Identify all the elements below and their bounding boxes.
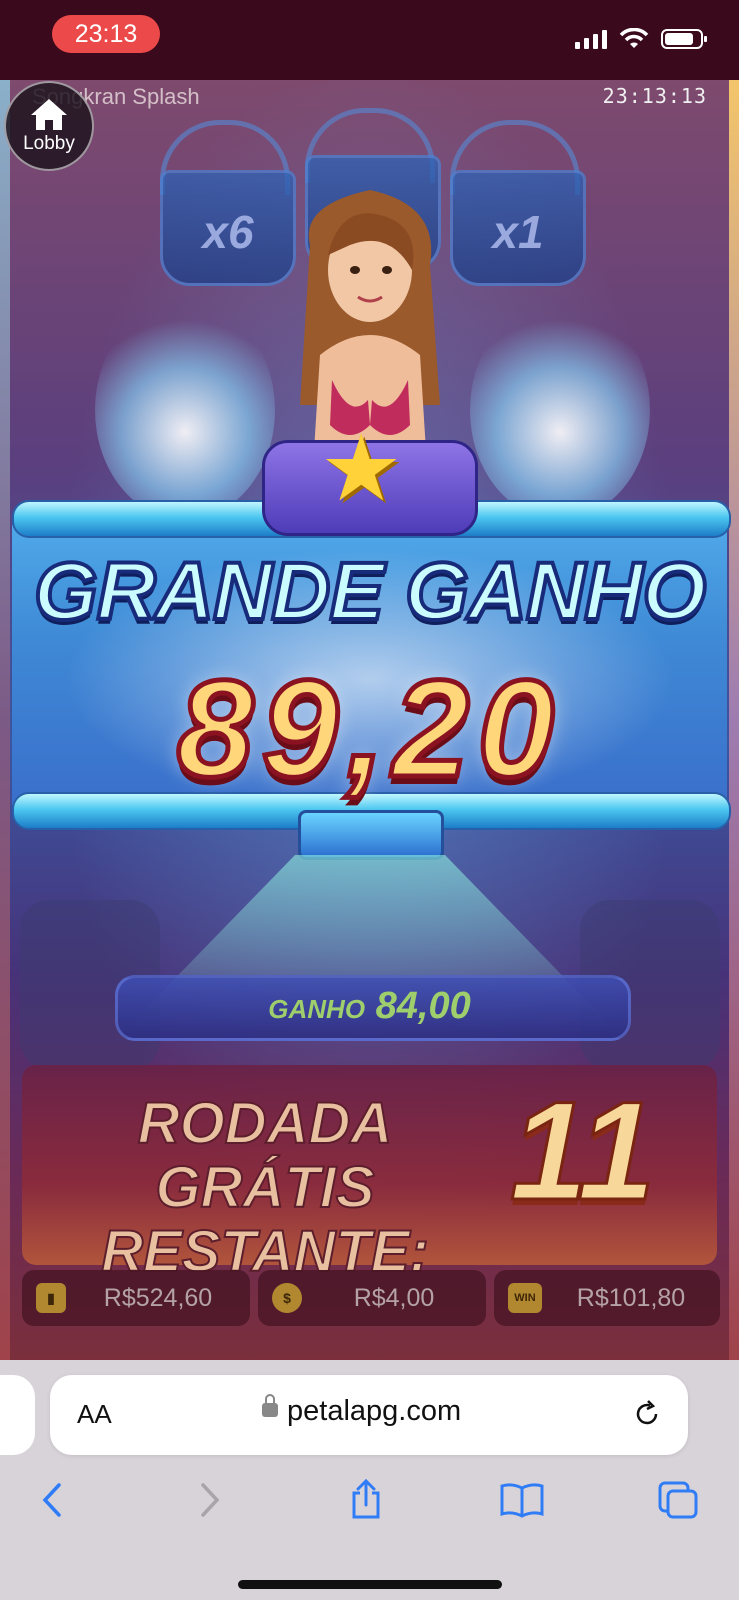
banner-bottom-clip bbox=[298, 810, 444, 860]
previous-tab-preview[interactable] bbox=[0, 1375, 35, 1455]
wallet-icon: ▮ bbox=[36, 1283, 66, 1313]
multiplier-label: x1 bbox=[492, 206, 544, 258]
url-domain[interactable]: petalapg.com bbox=[287, 1395, 461, 1428]
water-splash bbox=[95, 300, 275, 520]
share-icon bbox=[352, 1479, 380, 1519]
tabs-icon bbox=[658, 1481, 698, 1519]
star-icon: ★ bbox=[320, 418, 403, 520]
chevron-left-icon bbox=[42, 1483, 61, 1517]
forward-button[interactable] bbox=[180, 1460, 240, 1540]
bookmarks-button[interactable] bbox=[492, 1460, 552, 1540]
address-bar[interactable]: AA petalapg.com bbox=[50, 1375, 688, 1455]
chevron-right-icon bbox=[201, 1483, 220, 1517]
battery-icon bbox=[661, 29, 707, 49]
lobby-button[interactable]: Lobby bbox=[4, 81, 94, 171]
bet-display[interactable]: $ R$4,00 bbox=[258, 1270, 486, 1326]
big-win-amount: 89,20 bbox=[174, 650, 563, 809]
win-icon: WIN bbox=[508, 1283, 542, 1313]
status-icons bbox=[575, 24, 707, 54]
big-win-headline: GRANDE GANHO bbox=[32, 544, 708, 639]
win-label: GANHO bbox=[268, 994, 366, 1024]
cellular-signal-icon bbox=[575, 29, 607, 49]
lock-icon bbox=[262, 1394, 278, 1417]
book-icon bbox=[500, 1483, 544, 1518]
status-time: 23:13 bbox=[52, 15, 160, 53]
game-clock: 23:13:13 bbox=[602, 84, 707, 108]
text-size-button[interactable]: AA bbox=[77, 1399, 112, 1430]
reload-icon[interactable] bbox=[632, 1399, 662, 1429]
coin-icon: $ bbox=[272, 1283, 302, 1313]
browser-bottom-bar: AA petalapg.com bbox=[0, 1360, 739, 1600]
win-amount-line: GANHO 84,00 bbox=[0, 985, 739, 1028]
home-indicator[interactable] bbox=[238, 1580, 502, 1589]
browser-toolbar bbox=[0, 1460, 739, 1540]
lobby-label: Lobby bbox=[23, 133, 75, 154]
free-spins-count: 11 bbox=[509, 1071, 657, 1231]
water-splash bbox=[470, 300, 650, 520]
tabs-button[interactable] bbox=[648, 1460, 708, 1540]
back-button[interactable] bbox=[22, 1460, 82, 1540]
wifi-icon bbox=[619, 28, 649, 48]
home-icon bbox=[31, 99, 67, 130]
status-bar: 23:13 bbox=[0, 0, 739, 80]
win-total-display: WIN R$101,80 bbox=[494, 1270, 720, 1326]
bet-value: R$4,00 bbox=[353, 1283, 435, 1312]
balance-display: ▮ R$524,60 bbox=[22, 1270, 250, 1326]
win-amount: 84,00 bbox=[375, 985, 471, 1027]
balance-value: R$524,60 bbox=[103, 1283, 213, 1312]
win-total-value: R$101,80 bbox=[576, 1283, 686, 1312]
game-canvas[interactable]: x6 x7 x1 Songkran Splash 23:13:13 Lobby … bbox=[0, 80, 739, 1360]
free-spins-label: RODADA GRÁTIS RESTANTE: bbox=[100, 1091, 430, 1285]
multiplier-bucket-right: x1 bbox=[450, 170, 586, 286]
share-button[interactable] bbox=[336, 1460, 396, 1540]
